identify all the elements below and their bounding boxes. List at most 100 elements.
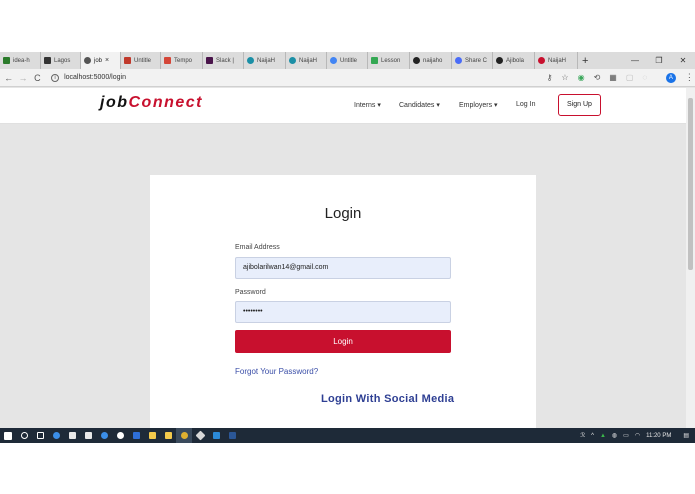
tab-favicon-icon <box>44 57 51 64</box>
signup-button[interactable]: Sign Up <box>558 94 601 116</box>
browser-tab-active[interactable]: job × <box>81 52 121 69</box>
maximize-button[interactable]: ❐ <box>647 52 671 69</box>
back-icon[interactable]: ← <box>3 73 14 83</box>
people-icon[interactable]: ℛ <box>580 432 585 439</box>
tab-favicon-icon <box>206 57 213 64</box>
edge-icon[interactable] <box>48 428 64 443</box>
window-controls: — ❐ ✕ <box>623 52 695 69</box>
tab-favicon-icon <box>538 57 545 64</box>
social-login-link[interactable]: Login With Social Media <box>321 393 454 405</box>
tab-label: NaijaH <box>257 57 276 64</box>
nav-interns[interactable]: Interns ▾ <box>354 101 381 109</box>
url-field[interactable]: i localhost:5000/login <box>51 71 538 85</box>
browser-tab-strip: idea-h Lagos job × Untitle Tempo Slack | … <box>0 52 695 69</box>
page-scrollbar[interactable] <box>686 88 695 443</box>
browser-tab[interactable]: Share C <box>452 52 493 69</box>
browser-tab[interactable]: idea-h <box>0 52 41 69</box>
word-icon[interactable] <box>224 428 240 443</box>
tab-label: Slack | <box>216 57 234 64</box>
site-navbar: jobConnect Interns ▾ Candidates ▾ Employ… <box>0 88 686 124</box>
scrollbar-thumb[interactable] <box>688 98 693 270</box>
task-view-icon[interactable] <box>32 428 48 443</box>
email-label: Email Address <box>235 244 280 251</box>
browser-tab[interactable]: Ajibola <box>493 52 535 69</box>
app-icon[interactable] <box>160 428 176 443</box>
vscode-icon[interactable] <box>208 428 224 443</box>
extension-icon[interactable]: ◌ <box>642 73 647 82</box>
store-icon[interactable] <box>64 428 80 443</box>
app-icon[interactable] <box>128 428 144 443</box>
app-icon[interactable] <box>112 428 128 443</box>
app-icon[interactable] <box>96 428 112 443</box>
file-explorer-icon[interactable] <box>144 428 160 443</box>
logo-part-connect: Connect <box>128 94 203 111</box>
extension-icon[interactable]: ▦ <box>609 73 617 82</box>
browser-tab[interactable]: NaijaH <box>535 52 578 69</box>
tab-favicon-icon <box>455 57 462 64</box>
menu-icon[interactable]: ⋮ <box>684 72 695 83</box>
tab-label: Share C <box>465 57 488 64</box>
extension-icon[interactable]: ▢ <box>626 73 634 82</box>
tab-label: idea-h <box>13 57 30 64</box>
clock-time[interactable]: 11:20 PM <box>646 433 671 439</box>
screen: idea-h Lagos job × Untitle Tempo Slack | … <box>0 52 695 443</box>
profile-avatar[interactable]: A <box>666 72 676 83</box>
windows-start-icon[interactable] <box>0 428 16 443</box>
login-card: Login Email Address ajibolarilwan14@gmai… <box>150 175 536 435</box>
browser-tab[interactable]: Untitle <box>327 52 368 69</box>
nav-employers[interactable]: Employers ▾ <box>459 101 498 109</box>
login-button[interactable]: Login <box>235 330 451 353</box>
star-icon[interactable]: ☆ <box>561 73 568 82</box>
site-logo[interactable]: jobConnect <box>100 94 203 112</box>
browser-tab[interactable]: naijaho <box>410 52 452 69</box>
tab-favicon-icon <box>247 57 254 64</box>
tab-close-icon[interactable]: × <box>105 57 109 64</box>
chrome-icon[interactable] <box>176 428 192 443</box>
nav-candidates[interactable]: Candidates ▾ <box>399 101 440 109</box>
warning-icon[interactable]: ▲ <box>600 433 606 439</box>
password-field[interactable]: •••••••• <box>235 301 451 323</box>
tab-favicon-icon <box>413 57 420 64</box>
browser-tab[interactable]: NaijaH <box>286 52 327 69</box>
tab-favicon-icon <box>496 57 503 64</box>
address-bar: ← → C i localhost:5000/login ⚷ ☆ ◉ ⟲ ▦ ▢… <box>0 69 695 87</box>
wifi-icon[interactable]: ◠ <box>635 432 640 439</box>
info-icon[interactable]: i <box>51 73 60 82</box>
search-icon[interactable] <box>16 428 32 443</box>
browser-tab[interactable]: Lagos <box>41 52 81 69</box>
extension-icon[interactable]: ⟲ <box>594 73 601 82</box>
battery-icon[interactable]: ▭ <box>623 432 629 439</box>
tab-label: Untitle <box>134 57 152 64</box>
chevron-up-icon[interactable]: ^ <box>591 433 594 439</box>
email-field[interactable]: ajibolarilwan14@gmail.com <box>235 257 451 279</box>
tab-label: NaijaH <box>548 57 567 64</box>
extension-icon[interactable]: ◉ <box>578 73 585 82</box>
app-icon[interactable] <box>192 428 208 443</box>
reload-icon[interactable]: C <box>32 73 43 83</box>
tab-favicon-icon <box>3 57 10 64</box>
browser-tab[interactable]: Tempo <box>161 52 203 69</box>
tab-label: Tempo <box>174 57 193 64</box>
close-window-button[interactable]: ✕ <box>671 52 695 69</box>
tab-label: Ajibola <box>506 57 525 64</box>
tab-favicon-icon <box>371 57 378 64</box>
forward-icon[interactable]: → <box>17 73 28 83</box>
key-icon[interactable]: ⚷ <box>547 73 553 82</box>
tab-favicon-icon <box>164 57 171 64</box>
minimize-button[interactable]: — <box>623 52 647 69</box>
browser-tab[interactable]: Lesson <box>368 52 410 69</box>
browser-tab[interactable]: NaijaH <box>244 52 286 69</box>
tab-favicon-icon <box>124 57 131 64</box>
system-tray: ℛ ^ ▲ ◍ ▭ ◠ 11:20 PM ▤ <box>574 428 689 443</box>
new-tab-button[interactable]: + <box>582 55 588 67</box>
tab-label: NaijaH <box>299 57 318 64</box>
browser-tab[interactable]: Slack | <box>203 52 244 69</box>
shield-icon[interactable]: ◍ <box>612 432 617 439</box>
notifications-icon[interactable]: ▤ <box>683 432 689 439</box>
forgot-password-link[interactable]: Forgot Your Password? <box>235 367 318 376</box>
tab-label: job <box>94 57 103 64</box>
logo-part-job: job <box>100 94 129 111</box>
browser-tab[interactable]: Untitle <box>121 52 161 69</box>
mail-icon[interactable] <box>80 428 96 443</box>
nav-login[interactable]: Log In <box>516 101 535 108</box>
